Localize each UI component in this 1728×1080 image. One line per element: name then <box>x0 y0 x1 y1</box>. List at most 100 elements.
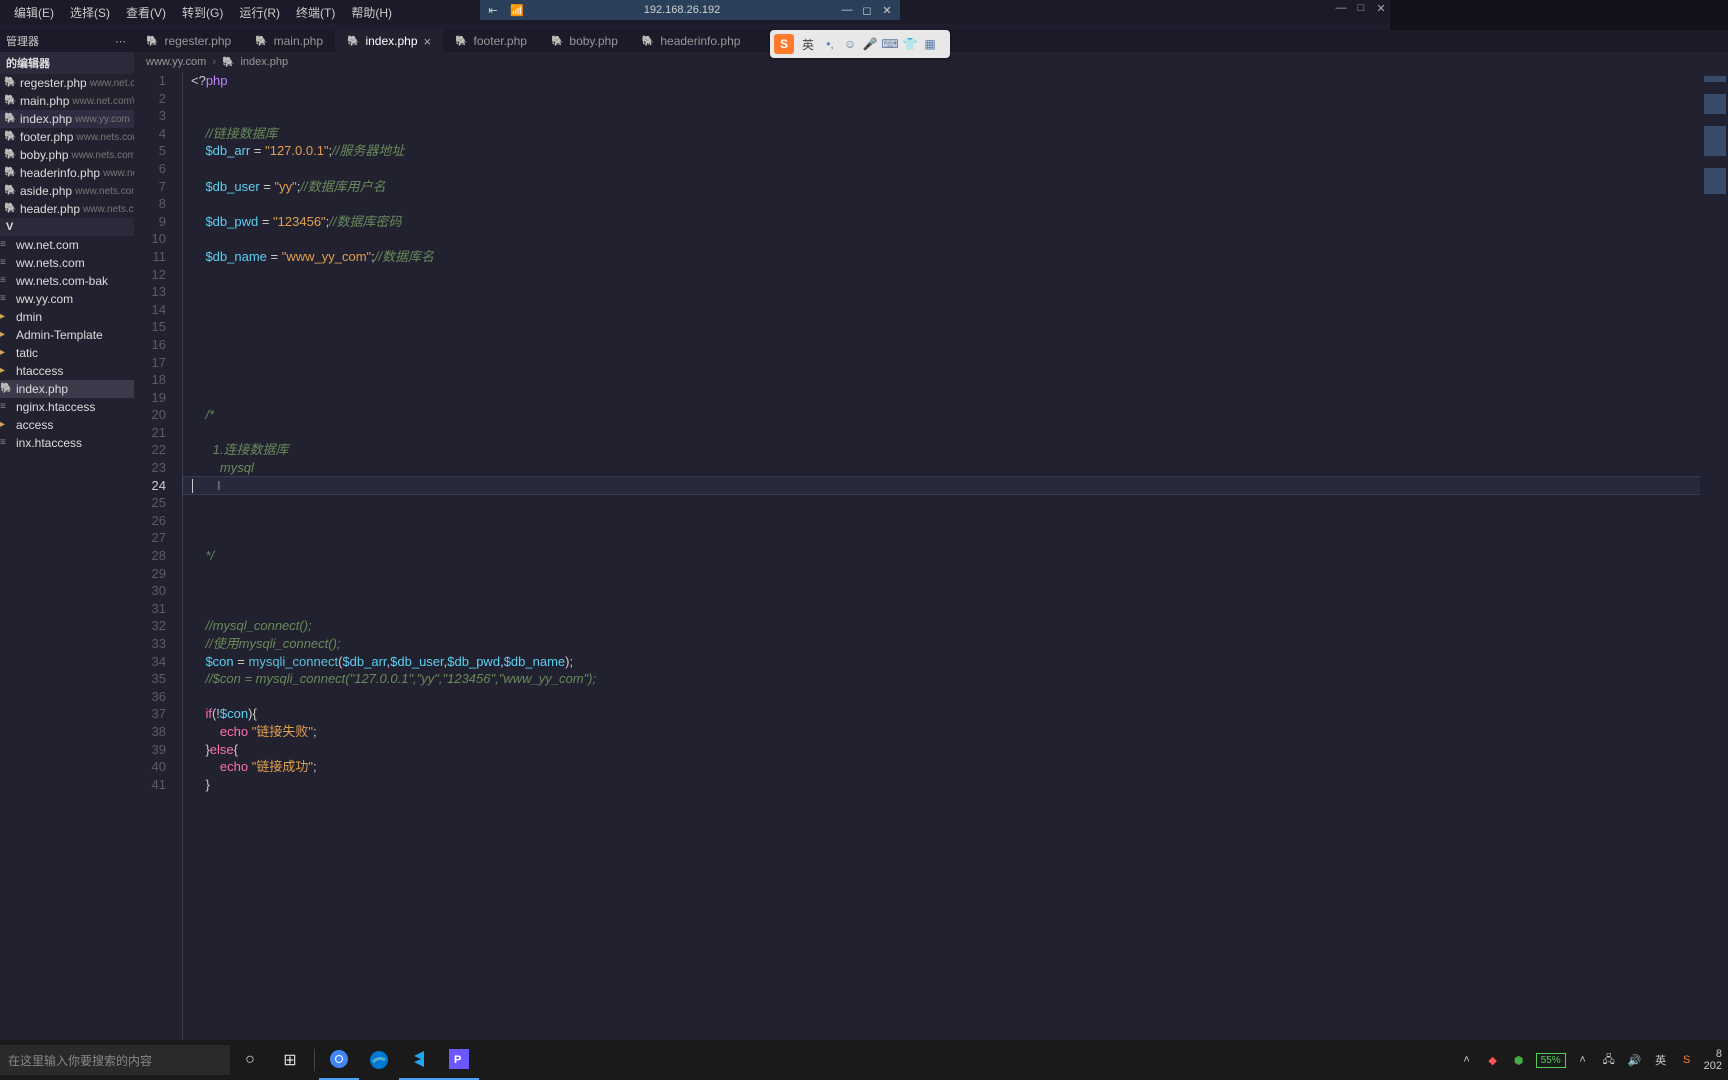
minimap[interactable] <box>1700 72 1728 1040</box>
code-line[interactable]: <?php <box>183 72 1728 90</box>
vscode-icon[interactable] <box>399 1040 439 1080</box>
code-editor[interactable]: 1234567891011121314151617181920212223242… <box>134 72 1728 1040</box>
sogou-tray-icon[interactable]: S <box>1678 1051 1696 1069</box>
code-line[interactable] <box>183 494 1728 512</box>
mongodb-icon[interactable]: ⬢ <box>1510 1051 1528 1069</box>
code-line[interactable] <box>183 512 1728 530</box>
code-line[interactable] <box>183 160 1728 178</box>
code-line[interactable] <box>183 266 1728 284</box>
close-tab-icon[interactable]: × <box>424 34 432 49</box>
file-tree-item[interactable]: ▸access <box>0 416 134 434</box>
menu-4[interactable]: 运行(R) <box>231 2 288 23</box>
code-line[interactable] <box>183 90 1728 108</box>
code-line[interactable]: $db_pwd = "123456";//数据库密码 <box>183 213 1728 231</box>
code-line[interactable] <box>183 336 1728 354</box>
ime-tray-lang[interactable]: 英 <box>1652 1051 1670 1069</box>
open-editor-item[interactable]: 🐘boby.phpwww.nets.com\... <box>0 146 134 164</box>
ime-lang[interactable]: 英 <box>798 34 818 54</box>
ime-keyboard-icon[interactable]: ⌨ <box>882 36 898 52</box>
code-line[interactable] <box>183 371 1728 389</box>
code-line[interactable] <box>183 688 1728 706</box>
code-line[interactable] <box>183 283 1728 301</box>
chrome-icon[interactable] <box>319 1040 359 1080</box>
taskbar-search[interactable]: 在这里输入你要搜索的内容 <box>0 1045 230 1075</box>
edge-icon[interactable] <box>359 1040 399 1080</box>
editor-tab[interactable]: 🐘boby.php <box>539 30 630 52</box>
editor-tab[interactable]: 🐘index.php× <box>335 30 443 52</box>
code-line[interactable]: mysql <box>183 459 1728 477</box>
code-line[interactable]: $db_user = "yy";//数据库用户名 <box>183 178 1728 196</box>
close-icon[interactable]: ✕ <box>880 3 894 17</box>
tray-chevron-icon[interactable]: ˄ <box>1458 1051 1476 1069</box>
code-line[interactable] <box>183 354 1728 372</box>
volume-icon[interactable]: 🔊 <box>1626 1051 1644 1069</box>
phpstorm-icon[interactable]: P <box>439 1040 479 1080</box>
crumb-file[interactable]: index.php <box>240 56 288 68</box>
code-line[interactable] <box>183 107 1728 125</box>
ime-skin-icon[interactable]: 👕 <box>902 36 918 52</box>
open-editor-item[interactable]: 🐘footer.phpwww.nets.com... <box>0 128 134 146</box>
ime-voice-icon[interactable]: 🎤 <box>862 36 878 52</box>
ime-punct-icon[interactable]: •, <box>822 36 838 52</box>
editor-tab[interactable]: 🐘main.php <box>243 30 335 52</box>
file-tree-item[interactable]: ▸Admin-Template <box>0 326 134 344</box>
file-tree-item[interactable]: ≡ww.nets.com-bak <box>0 272 134 290</box>
code-line[interactable] <box>183 195 1728 213</box>
cortana-icon[interactable]: ○ <box>230 1040 270 1080</box>
workspace-header[interactable]: V <box>0 218 134 236</box>
open-editor-item[interactable]: 🐘header.phpwww.nets.co... <box>0 200 134 218</box>
code-line[interactable] <box>183 301 1728 319</box>
ime-toolbar[interactable]: S 英 •, ☺ 🎤 ⌨ 👕 ▦ <box>770 30 950 58</box>
clock[interactable]: 8 202 <box>1704 1048 1722 1072</box>
open-editors-header[interactable]: 的编辑器 <box>0 52 134 74</box>
file-tree-item[interactable]: ≡ww.yy.com <box>0 290 134 308</box>
code-line[interactable]: */ <box>183 547 1728 565</box>
code-line[interactable]: /* <box>183 406 1728 424</box>
code-line[interactable]: //mysql_connect(); <box>183 617 1728 635</box>
code-line[interactable]: //链接数据库 <box>183 125 1728 143</box>
code-line[interactable] <box>183 565 1728 583</box>
editor-tab[interactable]: 🐘footer.php <box>443 30 539 52</box>
code-line[interactable]: if(!$con){ <box>183 705 1728 723</box>
menu-5[interactable]: 终端(T) <box>288 2 343 23</box>
code-line[interactable]: } <box>183 776 1728 794</box>
menu-0[interactable]: 编辑(E) <box>6 2 62 23</box>
code-line[interactable]: echo "链接失败"; <box>183 723 1728 741</box>
editor-tab[interactable]: 🐘regester.php <box>134 30 243 52</box>
ime-toolbox-icon[interactable]: ▦ <box>922 36 938 52</box>
maximize-icon[interactable]: ◻ <box>860 3 874 17</box>
file-tree-item[interactable]: 🐘index.php <box>0 380 134 398</box>
code-line[interactable] <box>183 424 1728 442</box>
file-tree-item[interactable]: ▸htaccess <box>0 362 134 380</box>
menu-2[interactable]: 查看(V) <box>118 2 174 23</box>
code-line[interactable]: //$con = mysqli_connect("127.0.0.1","yy"… <box>183 670 1728 688</box>
vscode-max-icon[interactable]: □ <box>1352 2 1370 16</box>
tray-app-icon[interactable]: ◆ <box>1484 1051 1502 1069</box>
code-line[interactable]: echo "链接成功"; <box>183 758 1728 776</box>
minimize-icon[interactable]: — <box>840 3 854 17</box>
tray-chevron-icon[interactable]: ˄ <box>1574 1051 1592 1069</box>
code-line[interactable] <box>183 230 1728 248</box>
editor-tab[interactable]: 🐘headerinfo.php <box>630 30 753 52</box>
network-icon[interactable]: 🖧 <box>1600 1051 1618 1069</box>
open-editor-item[interactable]: 🐘aside.phpwww.nets.com\... <box>0 182 134 200</box>
sogou-logo-icon[interactable]: S <box>774 34 794 54</box>
menu-1[interactable]: 选择(S) <box>62 2 118 23</box>
battery-indicator[interactable]: 55% <box>1536 1053 1566 1068</box>
code-line[interactable]: $db_arr = "127.0.0.1";//服务器地址 <box>183 142 1728 160</box>
code-line[interactable]: 1.连接数据库 <box>183 441 1728 459</box>
open-editor-item[interactable]: 🐘regester.phpwww.net.co... <box>0 74 134 92</box>
file-tree-item[interactable]: ≡ww.nets.com <box>0 254 134 272</box>
code-line[interactable] <box>183 600 1728 618</box>
code-line[interactable] <box>183 529 1728 547</box>
code-line[interactable]: }else{ <box>183 741 1728 759</box>
open-editor-item[interactable]: 🐘headerinfo.phpwww.net... <box>0 164 134 182</box>
file-tree-item[interactable]: ▸tatic <box>0 344 134 362</box>
menu-3[interactable]: 转到(G) <box>174 2 231 23</box>
crumb-folder[interactable]: www.yy.com <box>146 56 206 68</box>
code-line[interactable]: I <box>183 477 1728 495</box>
file-tree-item[interactable]: ▸dmin <box>0 308 134 326</box>
vscode-min-icon[interactable]: — <box>1332 2 1350 16</box>
code-line[interactable] <box>183 318 1728 336</box>
file-tree-item[interactable]: ≡inx.htaccess <box>0 434 134 452</box>
